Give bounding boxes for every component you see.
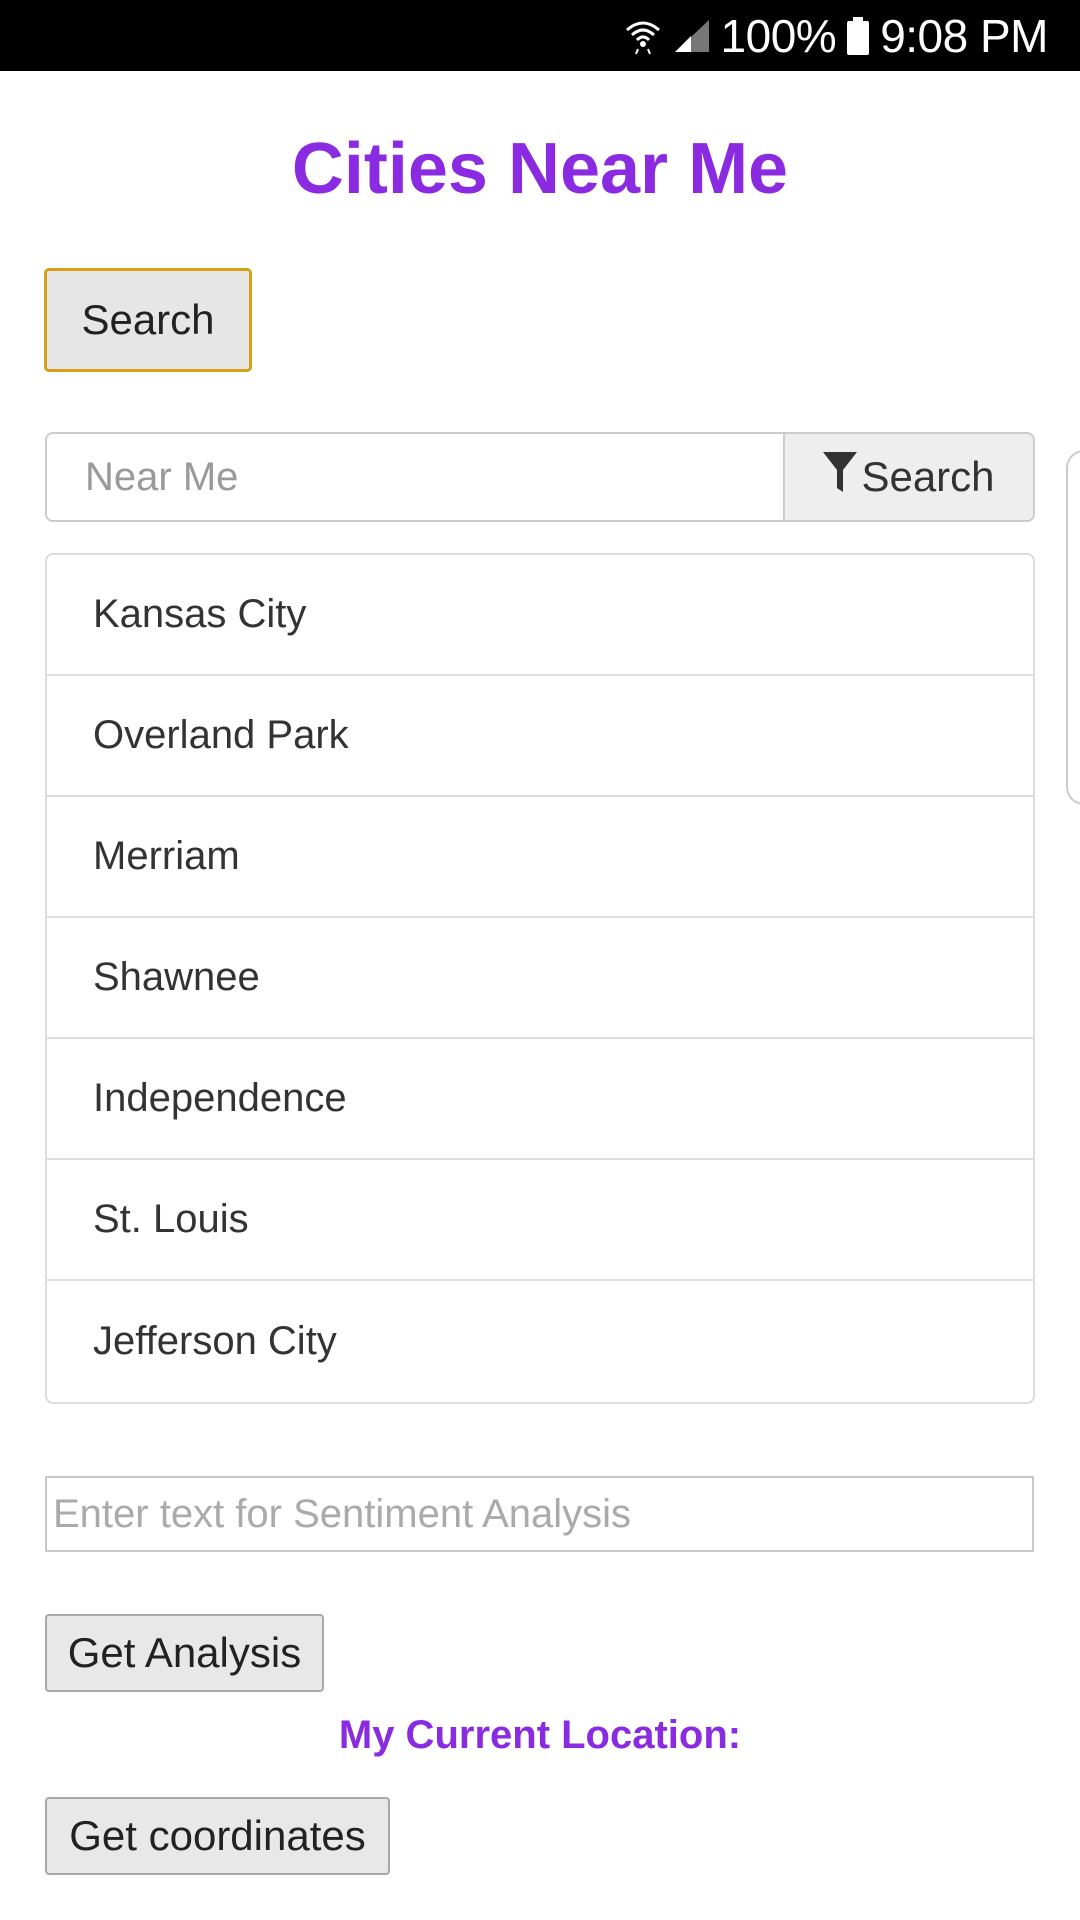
list-item[interactable]: Kansas City — [47, 555, 1033, 676]
wifi-icon — [623, 16, 663, 56]
city-list: Kansas City Overland Park Merriam Shawne… — [45, 553, 1035, 1404]
status-icons: 100% 9:08 PM — [623, 0, 1048, 71]
filter-search-label: Search — [861, 453, 995, 500]
signal-icon — [673, 18, 711, 54]
battery-icon — [846, 16, 870, 56]
list-item[interactable]: St. Louis — [47, 1160, 1033, 1281]
filter-input[interactable]: Near Me — [47, 434, 783, 520]
list-item[interactable]: Shawnee — [47, 918, 1033, 1039]
filter-search-button[interactable]: Search — [783, 434, 1033, 520]
list-item[interactable]: Merriam — [47, 797, 1033, 918]
battery-percent: 100% — [720, 9, 837, 62]
side-panel-handle[interactable] — [1066, 450, 1080, 805]
get-coordinates-button[interactable]: Get coordinates — [45, 1797, 390, 1875]
status-bar: 100% 9:08 PM — [0, 0, 1080, 71]
clock: 9:08 PM — [880, 9, 1048, 62]
list-item[interactable]: Jefferson City — [47, 1281, 1033, 1402]
get-analysis-button[interactable]: Get Analysis — [45, 1614, 324, 1692]
list-item[interactable]: Independence — [47, 1039, 1033, 1160]
page-title: Cities Near Me — [291, 129, 789, 209]
search-button[interactable]: Search — [44, 268, 252, 372]
current-location-heading: My Current Location: — [338, 1713, 742, 1757]
sentiment-input[interactable]: Enter text for Sentiment Analysis — [45, 1476, 1034, 1552]
filter-icon — [823, 450, 858, 504]
list-item[interactable]: Overland Park — [47, 676, 1033, 797]
filter-bar: Near Me Search — [45, 432, 1035, 522]
